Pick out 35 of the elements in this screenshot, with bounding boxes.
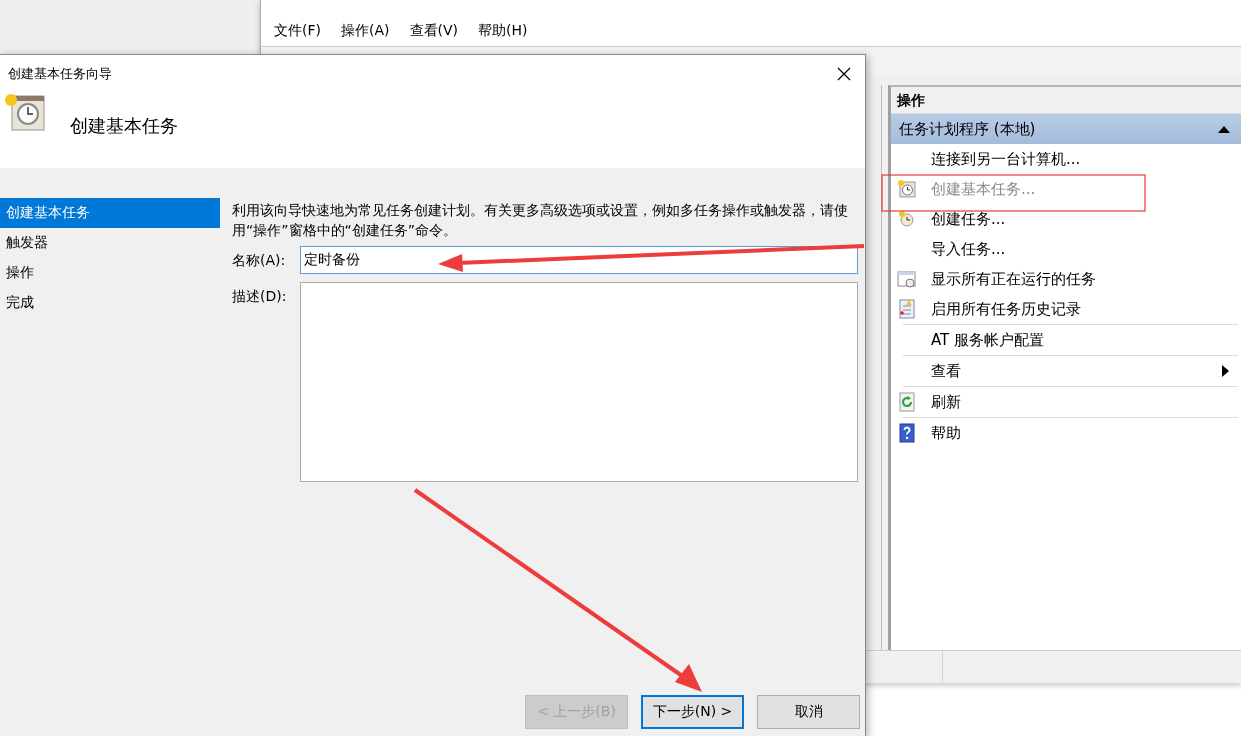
action-item[interactable]: 导入任务... <box>931 239 1006 259</box>
menu-item[interactable]: 帮助(H) <box>478 22 528 40</box>
clock-icon <box>897 209 917 229</box>
description-label: 描述(D): <box>232 287 288 306</box>
action-item[interactable]: AT 服务帐户配置 <box>931 330 1045 350</box>
action-item[interactable]: 启用所有任务历史记录 <box>931 299 1081 319</box>
wizard-step[interactable]: 创建基本任务 <box>0 198 220 228</box>
dialog-heading: 创建基本任务 <box>70 114 178 138</box>
close-icon[interactable] <box>837 66 851 81</box>
menu-item[interactable]: 操作(A) <box>341 22 390 40</box>
action-item[interactable]: 帮助 <box>931 423 961 443</box>
window-icon <box>897 269 917 289</box>
intro-text: 利用该向导快速地为常见任务创建计划。有关更多高级选项或设置，例如多任务操作或触发器，请使用“操作”窗格中的“创建任务”命令。 <box>232 201 849 240</box>
menu-item[interactable]: 查看(V) <box>409 22 458 40</box>
description-field[interactable] <box>300 282 858 482</box>
wizard-step[interactable]: 触发器 <box>0 228 220 258</box>
clock-icon <box>897 179 917 199</box>
wizard-step[interactable]: 操作 <box>0 258 220 288</box>
submenu-arrow-icon <box>1222 365 1230 377</box>
dialog-title: 创建基本任务向导 <box>8 64 112 83</box>
action-item[interactable]: 刷新 <box>931 392 961 412</box>
wizard-step[interactable]: 完成 <box>0 288 220 318</box>
group-header[interactable]: 任务计划程序 (本地) <box>891 114 1241 144</box>
pane-title: 操作 <box>891 87 1241 114</box>
menu-item[interactable]: 文件(F) <box>274 22 321 40</box>
action-item[interactable]: 创建任务... <box>931 209 1006 229</box>
action-item[interactable]: 连接到另一台计算机... <box>931 149 1081 169</box>
next-button[interactable]: 下一步(N) > <box>641 695 744 729</box>
help-icon <box>897 423 917 443</box>
action-item[interactable]: 查看 <box>931 361 961 381</box>
cancel-button[interactable]: 取消 <box>757 695 860 729</box>
action-item[interactable]: 显示所有正在运行的任务 <box>931 269 1096 289</box>
name-label: 名称(A): <box>232 251 287 270</box>
refresh-icon <box>897 392 917 412</box>
log-icon <box>897 299 917 319</box>
